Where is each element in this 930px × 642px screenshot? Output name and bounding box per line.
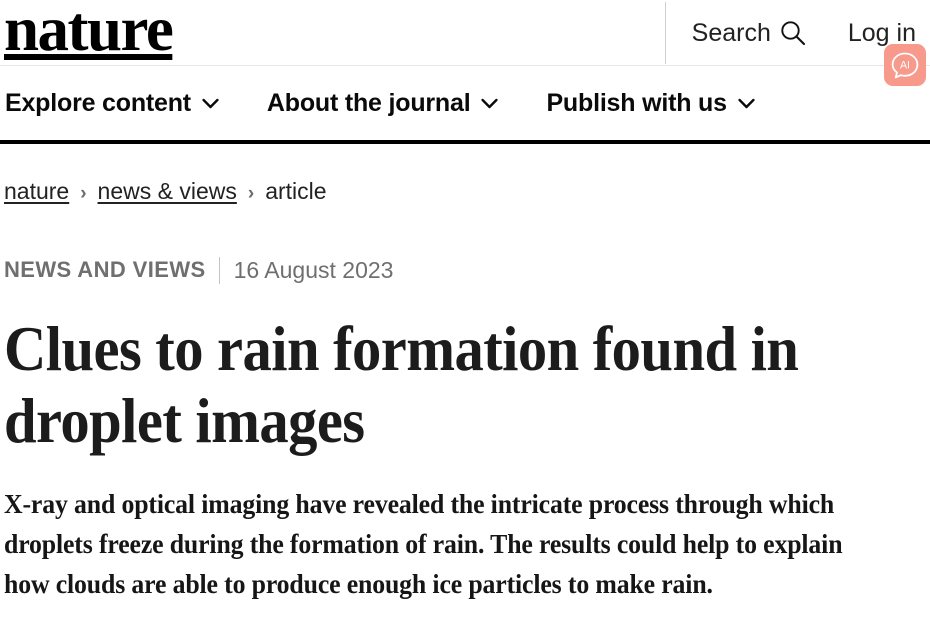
search-label: Search (691, 18, 771, 47)
publication-date: 16 August 2023 (233, 256, 394, 283)
article-header: nature › news & views › article NEWS AND… (0, 178, 930, 604)
header-divider (664, 2, 666, 64)
nav-item-label: Explore content (5, 88, 191, 117)
breadcrumb: nature › news & views › article (4, 178, 926, 205)
nature-logo[interactable]: nature (4, 0, 174, 62)
article-standfirst: X-ray and optical imaging have revealed … (4, 489, 843, 599)
search-button[interactable]: Search (692, 20, 806, 46)
breadcrumb-separator-icon: › (80, 183, 87, 204)
ai-badge-label: AI (900, 60, 910, 72)
site-header: nature Search Log in AI (0, 0, 930, 86)
breadcrumb-separator-icon: › (247, 183, 255, 204)
breadcrumb-item-article: article (265, 178, 327, 204)
meta-divider (218, 256, 220, 284)
nav-item-explore-content[interactable]: Explore content (5, 89, 219, 118)
ai-assistant-badge[interactable]: AI (884, 44, 926, 86)
chevron-down-icon (738, 98, 755, 109)
chevron-down-icon (481, 98, 499, 109)
nav-item-label: About the journal (266, 88, 471, 117)
article-kicker: NEWS AND VIEWS (4, 257, 206, 282)
search-icon (780, 20, 806, 46)
chevron-down-icon (202, 98, 219, 109)
article-meta: NEWS AND VIEWS 16 August 2023 (4, 256, 926, 284)
nav-item-label: Publish with us (546, 88, 727, 117)
nav-item-publish-with-us[interactable]: Publish with us (546, 88, 755, 118)
breadcrumb-item-nature[interactable]: nature (4, 178, 69, 205)
nav-item-about-the-journal[interactable]: About the journal (267, 89, 499, 118)
breadcrumb-item-news-and-views[interactable]: news & views (98, 178, 237, 205)
main-navigation: Explore content About the journal Publis… (0, 66, 930, 144)
page-title: Clues to rain formation found in droplet… (4, 314, 799, 456)
login-button[interactable]: Log in (848, 20, 916, 46)
